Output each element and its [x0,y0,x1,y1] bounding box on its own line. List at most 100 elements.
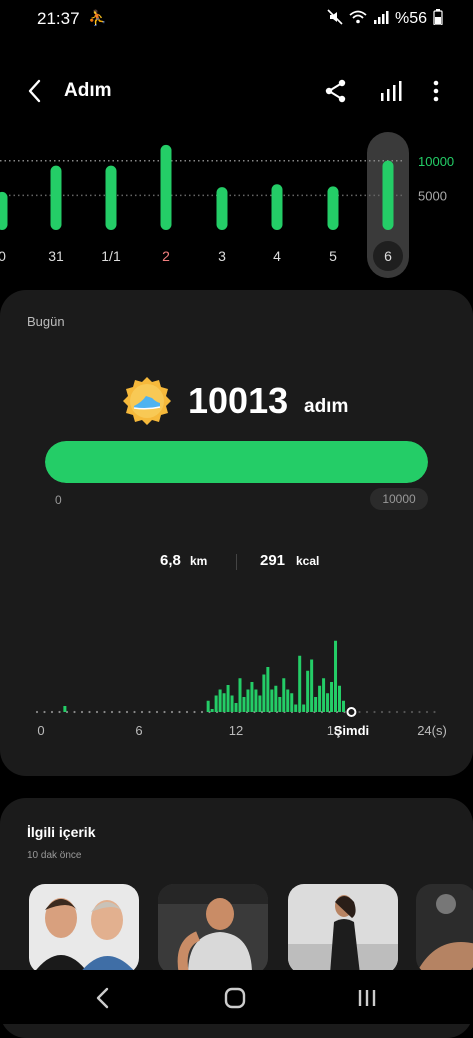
hour-bar [341,700,345,712]
baseline-dot [425,710,429,714]
week-bar[interactable] [105,165,117,230]
baseline-dot [118,710,121,714]
hour-bar [250,682,254,712]
baseline-dot [148,710,151,714]
distance-value: 6,8 [160,552,181,569]
hour-bar [294,704,298,712]
nav-back-icon[interactable] [88,983,118,1013]
baseline-dot [95,710,99,714]
progress-min-label: 0 [55,493,62,507]
app-bar: Adım [0,62,473,120]
related-time: 10 dak önce [27,850,82,861]
steps-unit: adım [304,396,349,417]
baseline-dot [35,710,39,714]
week-bar[interactable] [0,191,8,230]
divider [236,554,237,570]
hour-bar [63,706,67,712]
baseline-dot [170,710,174,714]
baseline-dot [103,710,106,714]
baseline-dot [80,710,84,714]
half-line-label: 5000 [418,188,447,203]
baseline-dot [43,710,46,714]
week-bar[interactable] [160,144,172,230]
hour-bar [310,659,314,712]
hour-bar [286,689,290,712]
baseline-dot [185,710,189,714]
baseline-dot [140,710,144,714]
bar-chart-icon[interactable] [377,76,405,106]
week-day-label: 5 [329,248,337,264]
battery-percent: %56 [394,9,427,27]
steps-progress-bar [45,441,428,483]
baseline-dot [110,710,114,714]
week-day-label: 2 [162,248,170,264]
hour-bar [218,689,222,712]
baseline-dot [200,710,204,714]
progress-goal-label: 10000 [370,488,428,510]
weekly-steps-chart[interactable]: 10000 5000 0 31 1/1 2 3 4 5 6 [0,130,473,280]
hour-bar [254,689,258,712]
week-day-label: 0 [0,248,6,264]
hour-bar [246,689,250,712]
hour-bar [222,693,226,712]
running-woman-photo[interactable] [288,884,398,974]
hour-axis-label: 0 [37,723,44,738]
baseline-dot [193,710,196,714]
hour-axis-label: 24(s) [417,723,447,738]
hour-bar [302,704,306,712]
hour-bar [238,678,242,712]
battery-icon [433,9,443,28]
hour-bar [282,678,286,712]
calories-value: 291 [260,552,286,569]
nav-home-icon[interactable] [220,983,250,1013]
hour-axis-label: Şimdi [334,723,369,738]
hour-bar [306,670,310,712]
walking-person-icon: ⛹ [88,10,107,27]
hour-bar [338,685,341,712]
hour-bar [242,697,246,712]
calories-unit: kcal [296,554,320,568]
page-title: Adım [64,80,112,101]
hour-bar [314,697,318,712]
wifi-icon [349,9,367,28]
baseline-dot [125,710,129,714]
hour-bar [214,695,218,712]
two-men-photo[interactable] [29,884,139,974]
hourly-steps-chart[interactable]: 0 6 12 18 Şimdi 24(s) [0,620,473,750]
back-arrow-icon[interactable] [22,76,50,106]
signal-icon [373,10,389,27]
baseline-dot [373,710,376,714]
week-bar[interactable] [216,187,228,230]
share-icon[interactable] [322,76,350,106]
hour-bar [258,695,262,712]
week-day-label: 3 [218,248,226,264]
week-bar[interactable] [382,160,394,230]
hour-axis-label: 12 [229,723,243,738]
baseline-dot [403,710,406,714]
gym-man-photo[interactable] [158,884,268,974]
baseline-dot [365,710,369,714]
system-nav-bar [0,970,473,1024]
now-marker [346,707,357,717]
hour-bar [274,685,278,712]
baseline-dot [433,710,436,714]
hour-bar [270,689,274,712]
workout-photo[interactable] [416,884,473,974]
today-card: Bugün 10013 adım 0 10000 6,8 km 291 kcal… [0,290,473,776]
week-bar[interactable] [50,165,62,230]
hour-bar [230,695,234,712]
week-bar[interactable] [271,184,283,230]
distance-unit: km [190,554,208,568]
week-day-label: 31 [48,248,64,264]
week-bar[interactable] [327,186,339,230]
nav-recents-icon[interactable] [352,983,382,1013]
steps-progress-fill [45,441,428,483]
goal-line-label: 10000 [418,154,454,169]
baseline-dot [388,710,391,714]
week-day-label: 4 [273,248,281,264]
hour-bar [290,693,294,712]
more-vertical-icon[interactable] [424,76,448,106]
running-shoe-badge-icon [122,376,172,426]
hour-bar [334,640,338,712]
hour-axis-label: 6 [135,723,142,738]
